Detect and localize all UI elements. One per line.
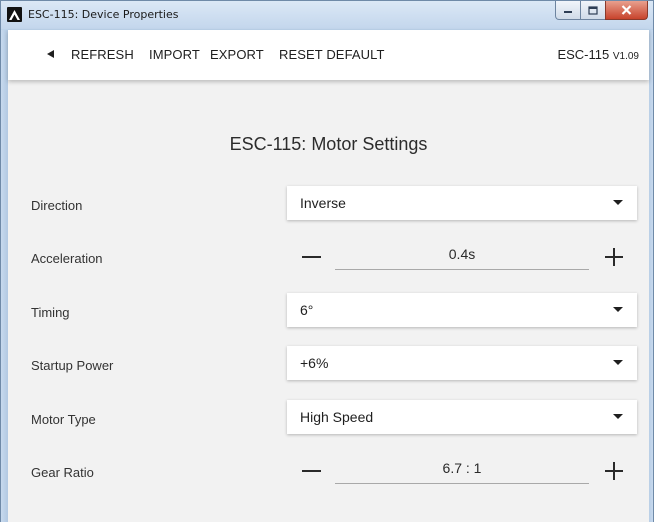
toolbar: REFRESH IMPORT EXPORT RESET DEFAULT ESC-… bbox=[8, 30, 649, 80]
window-left-border bbox=[1, 30, 8, 522]
app-logo-icon bbox=[7, 7, 22, 22]
page-title: ESC-115: Motor Settings bbox=[229, 134, 428, 154]
export-button[interactable]: EXPORT bbox=[210, 47, 264, 62]
window-title: ESC-115: Device Properties bbox=[28, 8, 179, 21]
timing-value: 6° bbox=[300, 302, 314, 318]
client-area: REFRESH IMPORT EXPORT RESET DEFAULT ESC-… bbox=[8, 30, 649, 522]
acceleration-decrease-button[interactable] bbox=[298, 243, 326, 271]
back-arrow-icon bbox=[47, 50, 54, 58]
gear-ratio-label: Gear Ratio bbox=[31, 465, 94, 480]
maximize-icon bbox=[588, 5, 598, 15]
device-name: ESC-115 bbox=[557, 47, 610, 62]
title-bar[interactable]: ESC-115: Device Properties bbox=[1, 1, 653, 29]
motor-type-label: Motor Type bbox=[31, 412, 96, 427]
direction-value: Inverse bbox=[300, 195, 346, 211]
app-window: ESC-115: Device Properties REFRESH IMPOR… bbox=[0, 0, 654, 522]
dropdown-arrow-icon bbox=[613, 414, 623, 419]
reset-default-button[interactable]: RESET DEFAULT bbox=[279, 47, 385, 62]
close-icon bbox=[621, 5, 632, 15]
startup-power-select[interactable]: +6% bbox=[287, 346, 637, 380]
import-button[interactable]: IMPORT bbox=[149, 47, 200, 62]
motor-type-value: High Speed bbox=[300, 409, 374, 425]
minimize-button[interactable] bbox=[555, 1, 581, 20]
close-button[interactable] bbox=[605, 1, 648, 20]
gear-ratio-input[interactable]: 6.7 : 1 bbox=[335, 456, 589, 484]
dropdown-arrow-icon bbox=[613, 360, 623, 365]
gear-ratio-decrease-button[interactable] bbox=[298, 457, 326, 485]
acceleration-increase-button[interactable] bbox=[600, 243, 628, 271]
minimize-icon bbox=[564, 11, 572, 13]
startup-power-value: +6% bbox=[300, 355, 329, 371]
motor-type-select[interactable]: High Speed bbox=[287, 400, 637, 434]
dropdown-arrow-icon bbox=[613, 200, 623, 205]
acceleration-input[interactable]: 0.4s bbox=[335, 242, 589, 270]
window-controls bbox=[555, 1, 648, 21]
refresh-button[interactable]: REFRESH bbox=[71, 47, 134, 62]
startup-power-label: Startup Power bbox=[31, 358, 114, 373]
timing-select[interactable]: 6° bbox=[287, 293, 637, 327]
maximize-button[interactable] bbox=[580, 1, 606, 20]
device-version: V1.09 bbox=[612, 51, 639, 62]
acceleration-label: Acceleration bbox=[31, 251, 103, 266]
direction-label: Direction bbox=[31, 198, 83, 213]
gear-ratio-increase-button[interactable] bbox=[600, 457, 628, 485]
timing-label: Timing bbox=[31, 305, 70, 320]
device-identifier: ESC-115 V1.09 bbox=[557, 47, 639, 62]
direction-select[interactable]: Inverse bbox=[287, 186, 637, 220]
settings-panel: ESC-115: Motor Settings Direction Invers… bbox=[8, 80, 649, 522]
dropdown-arrow-icon bbox=[613, 307, 623, 312]
back-button[interactable] bbox=[45, 47, 57, 61]
